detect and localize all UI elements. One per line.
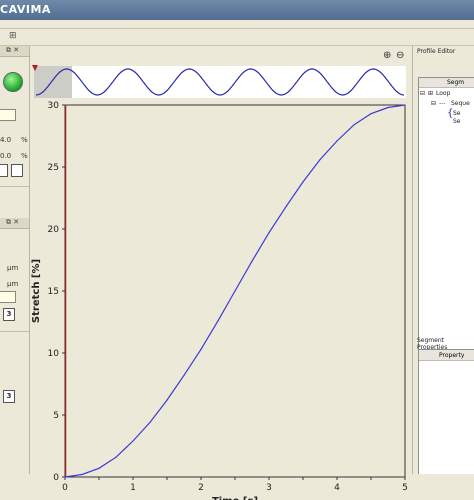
text-field-2[interactable] [0,291,16,303]
profile-tree[interactable]: Segm ⊟ ⊞ Loop ⊟ --- Seque { Se Se [418,77,474,375]
app-title: CAVIMA [0,3,51,16]
stretch-data-point [251,260,253,262]
y-tick-label: 20 [48,225,60,235]
count-button-1[interactable]: 3 [3,308,15,321]
tree-header: Segm [419,78,474,88]
value-1-unit: % [21,136,28,144]
stretch-data-point [285,206,287,208]
segment-properties-table[interactable]: Property [418,349,474,474]
y-tick-label: 25 [48,163,59,173]
properties-header: Property [419,350,474,361]
y-axis-label: Stretch [%] [31,259,42,323]
x-tick-label: 2 [198,483,204,493]
stretch-data-point [166,399,168,401]
menu-bar [0,20,474,29]
tree-item-segment-b[interactable]: Se [453,118,461,125]
stretch-data-point [370,113,372,115]
chart-area: ⊕ ⊖ 051015202530012345Time [s]Stretch [%… [30,46,411,500]
y-tick-label: 15 [48,287,59,297]
x-axis-label: Time [s] [212,496,258,500]
stretch-data-point [234,290,236,292]
text-field-1[interactable] [0,109,16,121]
value-2: 0.0 [0,152,12,160]
count-button-2[interactable]: 3 [3,390,15,403]
left-panel: ⧉ ✕ 4.0 % 0.0 % ⧉ ✕ µm µm 3 3 [0,46,30,474]
overview-background [34,66,406,98]
stretch-data-point [404,104,406,106]
y-tick-label: 5 [53,411,59,421]
stretch-data-point [183,374,185,376]
value-1: 4.0 [0,136,12,144]
tree-expander-sequence[interactable]: ⊟ [431,100,436,107]
tree-item-sequence[interactable]: Seque [451,100,470,107]
property-column-header: Property [439,352,465,359]
status-indicator-led [3,72,23,92]
overview-selection [34,66,72,98]
toolbar: ⊞ [0,29,474,46]
profile-editor-title: Profile Editor [417,48,456,55]
x-tick-label: 0 [62,483,68,493]
stretch-data-point [353,124,355,126]
stretch-data-point [132,440,134,442]
stretch-data-point [200,348,202,350]
small-button-1[interactable] [0,164,8,177]
hierarchy-icon[interactable]: ⊞ [9,31,17,41]
y-tick-label: 30 [48,101,60,111]
stretch-data-point [302,181,304,183]
stretch-data-point [98,467,100,469]
tree-expander-loop[interactable]: ⊟ [420,90,425,97]
sequence-icon: --- [439,100,446,107]
tree-header-label: Segm [447,79,465,86]
x-tick-label: 5 [402,483,408,493]
divider-1 [0,186,29,187]
stretch-data-point [319,158,321,161]
unit-label-1: µm [7,264,19,272]
tree-item-segment-a[interactable]: Se [453,110,461,117]
right-panel: Profile Editor Segm ⊟ ⊞ Loop ⊟ --- Seque… [412,46,474,474]
left-panel-header-2: ⧉ ✕ [0,218,29,229]
stretch-data-point [64,476,66,478]
x-tick-label: 1 [130,483,136,493]
stretch-data-point [81,473,83,476]
stretch-data-point [336,140,338,142]
stretch-data-point [115,456,117,458]
stretch-data-point [268,232,270,234]
value-2-unit: % [21,152,28,160]
stretch-chart[interactable]: 0 5 10 15 20 25 30 0 1 2 3 4 5 Time [s] Stretch [%] [30,100,411,500]
small-button-2[interactable] [11,164,23,177]
left-panel-header-1: ⧉ ✕ [0,46,29,57]
panel-controls-1[interactable]: ⧉ ✕ [6,46,19,55]
overview-chart[interactable] [30,46,411,104]
x-tick-label: 3 [266,483,272,493]
tree-item-loop[interactable]: Loop [436,90,450,97]
y-tick-label: 10 [48,349,60,359]
loop-icon: ⊞ [428,90,434,97]
divider-2 [0,331,29,332]
panel-controls-2[interactable]: ⧉ ✕ [6,218,19,227]
title-bar: CAVIMA [0,0,474,20]
stretch-data-point [387,106,389,109]
y-tick-label: 0 [53,473,59,483]
stretch-data-point [149,421,151,424]
x-tick-label: 4 [334,483,340,493]
unit-label-2: µm [7,280,19,288]
stretch-data-point [217,320,219,322]
